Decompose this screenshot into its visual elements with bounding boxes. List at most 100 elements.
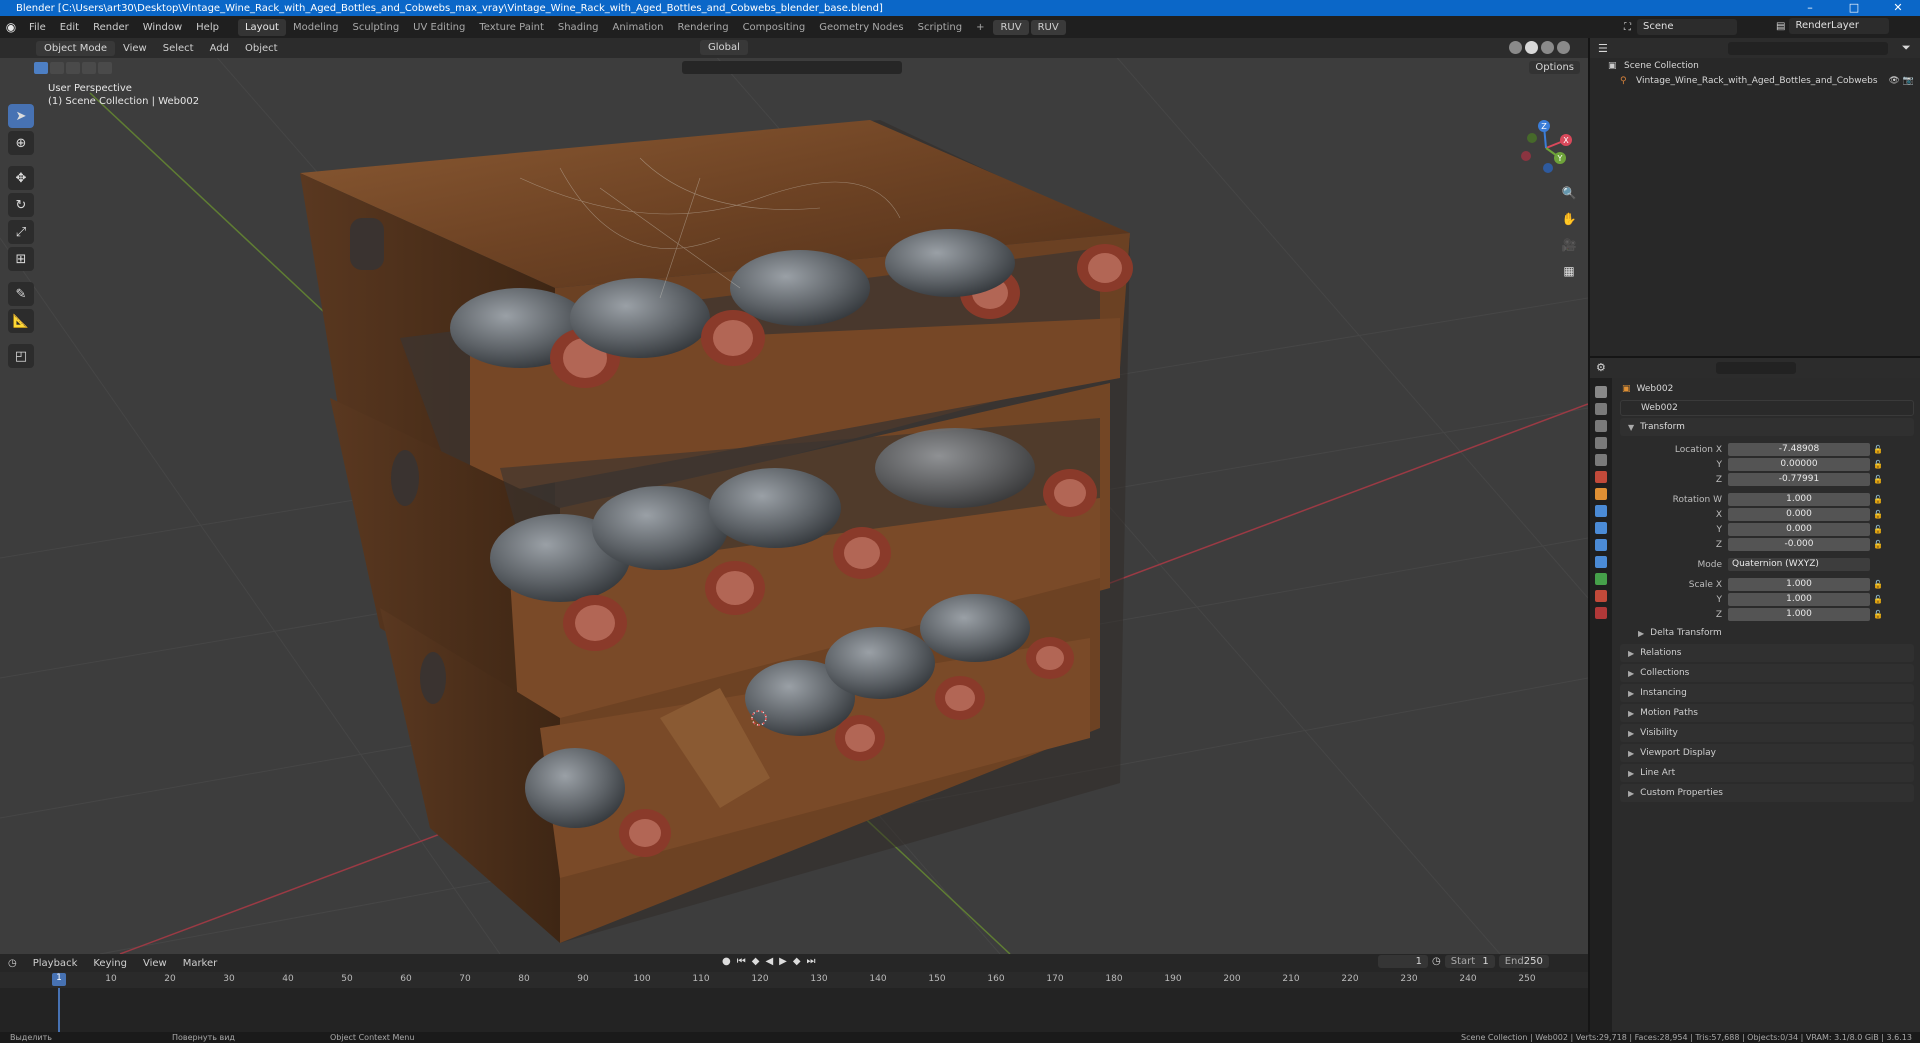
render-tab-icon[interactable] [1595, 403, 1607, 415]
transform-panel-header[interactable]: ▼ Transform [1620, 418, 1914, 436]
tab-rendering[interactable]: Rendering [670, 19, 735, 36]
menu-window[interactable]: Window [136, 22, 189, 33]
lock-icon[interactable]: 🔓 [1870, 525, 1886, 534]
zoom-icon[interactable]: 🔍 [1558, 183, 1580, 203]
current-frame-field[interactable]: 1 [1378, 955, 1428, 968]
render-layer-selector[interactable]: RenderLayer [1789, 18, 1890, 34]
rotation-x-field[interactable]: 0.000 [1728, 508, 1870, 521]
panel-custom-properties[interactable]: ▶ Custom Properties [1620, 784, 1914, 802]
clock-icon[interactable]: ◷ [1432, 956, 1441, 967]
blender-logo-icon[interactable]: ◉ [0, 20, 22, 34]
minimize-button[interactable]: – [1788, 0, 1832, 16]
scene-selector[interactable]: Scene [1637, 19, 1737, 35]
lock-icon[interactable]: 🔓 [1870, 595, 1886, 604]
move-tool-icon[interactable]: ✥ [8, 166, 34, 190]
camera-view-icon[interactable]: 🎥 [1558, 235, 1580, 255]
output-tab-icon[interactable] [1595, 420, 1607, 432]
rotate-tool-icon[interactable]: ↻ [8, 193, 34, 217]
options-dropdown[interactable]: Options [1529, 61, 1580, 74]
timeline-ruler[interactable]: 1 10 20 30 40 50 60 70 80 90 100 110 120… [0, 972, 1588, 988]
tab-layout[interactable]: Layout [237, 18, 286, 36]
outliner-scene-collection[interactable]: ▣ Scene Collection [1590, 58, 1920, 73]
playhead-line[interactable] [58, 988, 60, 1032]
3d-viewport[interactable]: Object Mode View Select Add Object Globa… [0, 38, 1588, 954]
mode-selector[interactable]: Object Mode [36, 40, 115, 56]
tab-modeling[interactable]: Modeling [286, 19, 346, 36]
location-x-field[interactable]: -7.48908 [1728, 443, 1870, 456]
select-extend-icon[interactable] [50, 62, 64, 74]
tab-texture-paint[interactable]: Texture Paint [472, 19, 551, 36]
panel-relations[interactable]: ▶ Relations [1620, 644, 1914, 662]
panel-viewport-display[interactable]: ▶ Viewport Display [1620, 744, 1914, 762]
ortho-grid-icon[interactable]: ▦ [1558, 261, 1580, 281]
scale-z-field[interactable]: 1.000 [1728, 608, 1870, 621]
world-tab-icon[interactable] [1595, 471, 1607, 483]
tab-uv-editing[interactable]: UV Editing [406, 19, 472, 36]
view-layer-tab-icon[interactable] [1595, 437, 1607, 449]
lock-icon[interactable]: 🔓 [1870, 540, 1886, 549]
tab-compositing[interactable]: Compositing [736, 19, 813, 36]
tab-animation[interactable]: Animation [606, 19, 671, 36]
menu-playback[interactable]: Playback [25, 958, 86, 969]
select-new-icon[interactable] [34, 62, 48, 74]
select-box-tool-icon[interactable]: ➤ [8, 104, 34, 128]
play-icon[interactable]: ▶ [779, 956, 787, 967]
cursor-tool-icon[interactable]: ⊕ [8, 131, 34, 155]
play-reverse-icon[interactable]: ◀ [765, 956, 773, 967]
menu-timeline-view[interactable]: View [135, 958, 175, 969]
lock-icon[interactable]: 🔓 [1870, 495, 1886, 504]
transform-tool-icon[interactable]: ⊞ [8, 247, 34, 271]
lock-icon[interactable]: 🔓 [1870, 460, 1886, 469]
texture-tab-icon[interactable] [1595, 607, 1607, 619]
lock-icon[interactable]: 🔓 [1870, 475, 1886, 484]
scene-icon[interactable]: ⛶ [1624, 22, 1631, 33]
panel-instancing[interactable]: ▶ Instancing [1620, 684, 1914, 702]
tab-sculpting[interactable]: Sculpting [345, 19, 406, 36]
object-tab-icon[interactable] [1595, 488, 1607, 500]
menu-keying[interactable]: Keying [85, 958, 135, 969]
panel-visibility[interactable]: ▶ Visibility [1620, 724, 1914, 742]
rotation-y-field[interactable]: 0.000 [1728, 523, 1870, 536]
outliner-editor-icon[interactable]: ☰ [1598, 42, 1608, 55]
menu-add[interactable]: Add [202, 43, 237, 54]
pan-hand-icon[interactable]: ✋ [1558, 209, 1580, 229]
next-keyframe-icon[interactable]: ◆ [793, 956, 801, 967]
menu-edit[interactable]: Edit [53, 22, 86, 33]
menu-object[interactable]: Object [237, 43, 286, 54]
rotation-z-field[interactable]: -0.000 [1728, 538, 1870, 551]
jump-end-icon[interactable]: ⏭ [807, 956, 816, 967]
properties-search[interactable] [1716, 362, 1796, 374]
lock-icon[interactable]: 🔓 [1870, 510, 1886, 519]
location-y-field[interactable]: 0.00000 [1728, 458, 1870, 471]
modifier-tab-icon[interactable] [1595, 505, 1607, 517]
material-preview-icon[interactable] [1541, 41, 1554, 54]
data-tab-icon[interactable] [1595, 573, 1607, 585]
scale-x-field[interactable]: 1.000 [1728, 578, 1870, 591]
close-button[interactable]: ✕ [1876, 0, 1920, 16]
ruv-button-1[interactable]: RUV [993, 19, 1029, 35]
tool-tab-icon[interactable] [1595, 386, 1607, 398]
menu-render[interactable]: Render [86, 22, 136, 33]
outliner-search[interactable] [1727, 41, 1888, 55]
timeline-keyframe-area[interactable] [0, 988, 1588, 1032]
maximize-button[interactable]: □ [1832, 0, 1876, 16]
playhead-frame-label[interactable]: 1 [52, 973, 66, 986]
panel-collections[interactable]: ▶ Collections [1620, 664, 1914, 682]
transform-orientation-dropdown[interactable]: Global [700, 40, 748, 55]
end-frame-field[interactable]: End 250 [1498, 955, 1549, 968]
jump-start-icon[interactable]: ⏮ [737, 956, 746, 967]
panel-motion-paths[interactable]: ▶ Motion Paths [1620, 704, 1914, 722]
timeline-editor-type-icon[interactable]: ◷ [0, 958, 25, 969]
filter-icon[interactable]: ⏷ [1902, 41, 1911, 55]
render-layer-icon[interactable]: ▤ [1776, 21, 1785, 32]
prev-keyframe-icon[interactable]: ◆ [752, 956, 760, 967]
rotation-w-field[interactable]: 1.000 [1728, 493, 1870, 506]
tab-shading[interactable]: Shading [551, 19, 606, 36]
menu-file[interactable]: File [22, 22, 53, 33]
solid-shading-icon[interactable] [1525, 41, 1538, 54]
material-tab-icon[interactable] [1595, 590, 1607, 602]
panel-line-art[interactable]: ▶ Line Art [1620, 764, 1914, 782]
particles-tab-icon[interactable] [1595, 522, 1607, 534]
lock-icon[interactable]: 🔓 [1870, 610, 1886, 619]
menu-select[interactable]: Select [155, 43, 202, 54]
